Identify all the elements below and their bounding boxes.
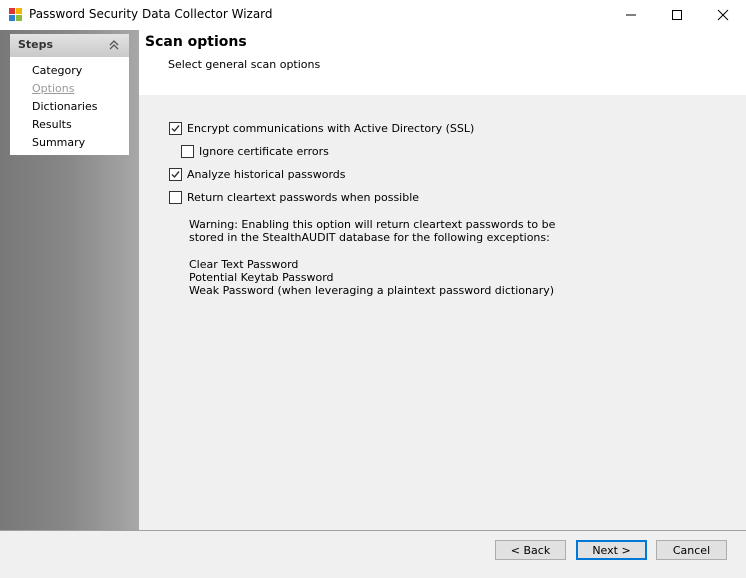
exception-item: Clear Text Password: [189, 258, 299, 271]
steps-list: Category Options Dictionaries Results Su…: [32, 64, 97, 154]
return-cleartext-label[interactable]: Return cleartext passwords when possible: [187, 191, 419, 204]
header-panel: Scan options Select general scan options: [139, 30, 746, 95]
collapse-chevron-icon[interactable]: [107, 38, 121, 52]
checkmark-icon: [171, 125, 180, 133]
steps-title: Steps: [18, 38, 54, 51]
option-encrypt-ssl[interactable]: Encrypt communications with Active Direc…: [169, 122, 474, 135]
warning-line-1: Warning: Enabling this option will retur…: [189, 218, 556, 231]
step-item-summary[interactable]: Summary: [32, 136, 97, 154]
footer-divider: [0, 530, 746, 531]
minimize-button[interactable]: [608, 0, 654, 30]
analyze-history-label[interactable]: Analyze historical passwords: [187, 168, 346, 181]
encrypt-ssl-label[interactable]: Encrypt communications with Active Direc…: [187, 122, 474, 135]
step-item-results[interactable]: Results: [32, 118, 97, 136]
checkmark-icon: [171, 171, 180, 179]
encrypt-ssl-checkbox[interactable]: [169, 122, 182, 135]
back-button[interactable]: < Back: [495, 540, 566, 560]
warning-line-2: stored in the StealthAUDIT database for …: [189, 231, 550, 244]
steps-header[interactable]: Steps: [10, 34, 129, 57]
title-bar: Password Security Data Collector Wizard: [0, 0, 746, 30]
option-ignore-cert-errors[interactable]: Ignore certificate errors: [181, 145, 329, 158]
close-icon: [717, 9, 729, 21]
step-item-dictionaries[interactable]: Dictionaries: [32, 100, 97, 118]
window-title: Password Security Data Collector Wizard: [29, 7, 273, 21]
step-item-options[interactable]: Options: [32, 82, 97, 100]
exception-item: Potential Keytab Password: [189, 271, 334, 284]
ignore-cert-errors-checkbox[interactable]: [181, 145, 194, 158]
option-return-cleartext[interactable]: Return cleartext passwords when possible: [169, 191, 419, 204]
step-item-category[interactable]: Category: [32, 64, 97, 82]
minimize-icon: [626, 14, 636, 16]
page-title: Scan options: [145, 34, 247, 50]
maximize-button[interactable]: [654, 0, 700, 30]
page-subtitle: Select general scan options: [168, 58, 321, 71]
close-button[interactable]: [700, 0, 746, 30]
return-cleartext-checkbox[interactable]: [169, 191, 182, 204]
app-icon: [9, 8, 22, 21]
steps-panel: Steps Category Options Dictionaries Resu…: [10, 34, 129, 155]
analyze-history-checkbox[interactable]: [169, 168, 182, 181]
exception-item: Weak Password (when leveraging a plainte…: [189, 284, 555, 297]
next-button[interactable]: Next >: [576, 540, 647, 560]
option-analyze-history[interactable]: Analyze historical passwords: [169, 168, 346, 181]
sidebar: Steps Category Options Dictionaries Resu…: [0, 30, 139, 530]
ignore-cert-errors-label[interactable]: Ignore certificate errors: [199, 145, 329, 158]
cancel-button[interactable]: Cancel: [656, 540, 727, 560]
maximize-icon: [672, 10, 682, 20]
